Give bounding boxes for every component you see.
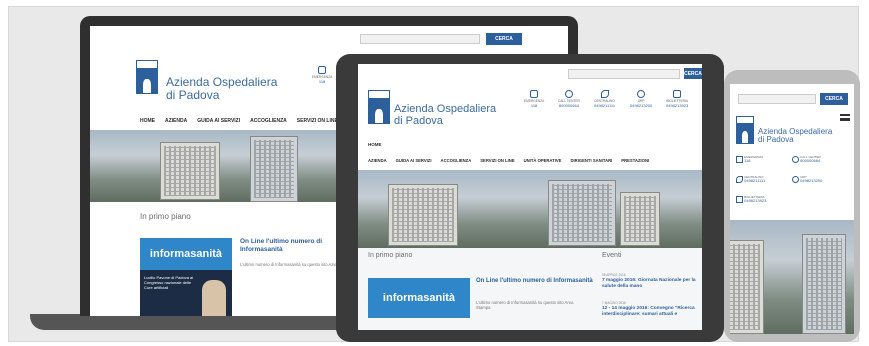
phone-contact-biglietteria[interactable]: BIGLIETTERIA 0498213923	[736, 195, 796, 204]
contact-value: 0498213923	[744, 198, 767, 204]
contact-value: 800000664	[800, 158, 821, 164]
tablet-nav-dirigenti[interactable]: DIRIGENTI SANITARI	[570, 158, 612, 163]
tablet-search-button[interactable]: CERCA	[684, 68, 702, 79]
laptop-logo-icon	[136, 60, 158, 94]
tablet-event-2[interactable]: 7 MAGGIO 2016 12 - 14 maggio 2016: Conve…	[602, 301, 698, 317]
tablet-contact-biglietteria[interactable]: BIGLIETTERIA 0498213923	[666, 90, 688, 109]
laptop-brand: Azienda Ospedaliera di Padova	[166, 76, 277, 101]
event-title: 7 maggio 2016: Giornata Nazionale per la…	[602, 277, 696, 289]
contact-value: 800000664	[558, 102, 579, 108]
contact-value: 0498213200	[800, 178, 823, 184]
contact-value: 118	[530, 102, 538, 108]
person-photo	[202, 280, 226, 316]
tablet-event-1[interactable]: 05 APRILE 2016 7 maggio 2016: Giornata N…	[602, 273, 698, 289]
tablet-brand-line2: di Padova	[394, 114, 443, 127]
laptop-news-text: L'ultimo numero di Informasanità su ques…	[240, 262, 344, 267]
person-icon	[792, 156, 799, 164]
laptop-nav-accoglienza[interactable]: ACCOGLIENZA	[250, 118, 287, 124]
hospital-building	[730, 240, 764, 334]
ambulance-icon	[530, 90, 539, 98]
tablet-breadcrumb-home[interactable]: HOME	[368, 142, 382, 147]
tablet-logo-icon	[368, 90, 390, 124]
phone-logo-icon	[736, 116, 754, 144]
tablet-nav-unita[interactable]: UNITÀ OPERATIVE	[524, 158, 562, 163]
tablet-news-text: L'ultimo numero di Informasanità su ques…	[476, 300, 574, 311]
phone-search-input[interactable]	[738, 94, 816, 104]
contact-value: 0498211111	[744, 178, 766, 184]
laptop-news-title[interactable]: On Line l'ultimo numero di Informasanità	[240, 238, 350, 254]
tablet-events-title: Eventi	[602, 252, 622, 259]
hospital-building	[250, 136, 298, 202]
tablet-search-input[interactable]	[568, 69, 680, 79]
phone-contact-emergenza[interactable]: EMERGENZA 118	[736, 155, 791, 164]
ticket-icon	[736, 196, 743, 204]
contact-value: 0498211111	[594, 102, 616, 108]
hospital-building	[388, 184, 458, 246]
phone-icon	[736, 176, 743, 184]
hospital-building	[802, 234, 846, 334]
laptop-emergency-number: 118	[318, 78, 326, 84]
tablet-contact-callcenter[interactable]: CALL CENTER 800000664	[558, 90, 580, 109]
phone-brand-line2: di Padova	[758, 135, 794, 145]
laptop-news-image[interactable]: informasanità	[140, 238, 232, 270]
tablet-news-image[interactable]: informasanità	[368, 278, 470, 318]
tablet-nav: AZIENDA GUIDA AI SERVIZI ACCOGLIENZA SER…	[368, 158, 649, 163]
phone-contact-centralino[interactable]: CENTRALINO 0498211111	[736, 175, 791, 184]
laptop-section-title: In primo piano	[140, 212, 191, 221]
laptop-search-input[interactable]	[360, 34, 480, 44]
phone-contact-callcenter[interactable]: CALL CENTER 800000664	[792, 155, 850, 164]
tablet-nav-servizi[interactable]: SERVIZI ON LINE	[480, 158, 514, 163]
event-title: 12 - 14 maggio 2016: Convegno "Ricerca i…	[602, 305, 695, 317]
laptop-nav-azienda[interactable]: AZIENDA	[165, 118, 187, 124]
laptop-nav-guida[interactable]: GUIDA AI SERVIZI	[197, 118, 240, 124]
tablet-nav-prestazioni[interactable]: PRESTAZIONI	[621, 158, 649, 163]
laptop-emergency-contact[interactable]: EMERGENZA 118	[312, 66, 332, 85]
laptop-poster-text: Lucillo Pavone di Padova al Congresso na…	[144, 275, 194, 290]
hospital-building	[620, 192, 660, 246]
phone-brand: Azienda Ospedaliera di Padova	[758, 127, 832, 145]
tablet-section-title: In primo piano	[368, 252, 413, 259]
ambulance-icon	[318, 66, 327, 74]
phone-screen: CERCA Azienda Ospedaliera di Padova EMER…	[730, 84, 854, 334]
tablet-device: CERCA Azienda Ospedaliera di Padova EMER…	[336, 54, 724, 342]
laptop-nav-home[interactable]: HOME	[140, 118, 155, 124]
laptop-nav: HOME AZIENDA GUIDA AI SERVIZI ACCOGLIENZ…	[140, 118, 338, 124]
tablet-news-title[interactable]: On Line l'ultimo numero di Informasanità	[476, 278, 594, 285]
tablet-contact-emergenza[interactable]: EMERGENZA 118	[524, 90, 544, 109]
ambulance-icon	[736, 156, 743, 164]
phone-contact-urp[interactable]: URP 0498213200	[792, 175, 850, 184]
laptop-brand-line2: di Padova	[166, 87, 220, 102]
tablet-screen: CERCA Azienda Ospedaliera di Padova EMER…	[358, 64, 702, 330]
tablet-nav-azienda[interactable]: AZIENDA	[368, 158, 387, 163]
tablet-nav-accoglienza[interactable]: ACCOGLIENZA	[441, 158, 472, 163]
tablet-hero-image	[358, 170, 702, 248]
tablet-nav-guida[interactable]: GUIDA AI SERVIZI	[396, 158, 432, 163]
laptop-poster-image: Lucillo Pavone di Padova al Congresso na…	[140, 270, 232, 316]
mockup-canvas: CERCA Azienda Ospedaliera di Padova EMER…	[0, 0, 869, 346]
phone-device: CERCA Azienda Ospedaliera di Padova EMER…	[724, 70, 860, 342]
tablet-brand: Azienda Ospedaliera di Padova	[394, 103, 497, 127]
contact-value: 0498213200	[630, 102, 653, 108]
laptop-brand-line1: Azienda Ospedaliera	[166, 75, 278, 89]
person-icon	[564, 90, 573, 98]
contact-value: 0498213923	[666, 102, 689, 108]
menu-icon[interactable]	[840, 114, 850, 121]
tablet-brand-line1: Azienda Ospedaliera	[394, 103, 497, 115]
hospital-building	[160, 142, 220, 200]
chat-icon	[637, 90, 646, 98]
contact-value: 118	[744, 158, 751, 164]
laptop-nav-servizi[interactable]: SERVIZI ON LINE	[297, 118, 338, 124]
tablet-contact-centralino[interactable]: CENTRALINO 0498211111	[594, 90, 615, 109]
hospital-building	[548, 180, 616, 246]
phone-icon	[600, 90, 609, 98]
phone-hero-image	[730, 220, 854, 334]
tablet-contact-urp[interactable]: URP 0498213200	[630, 90, 652, 109]
ticket-icon	[673, 90, 682, 98]
phone-search-button[interactable]: CERCA	[820, 93, 848, 105]
chat-icon	[792, 176, 799, 184]
laptop-search-button[interactable]: CERCA	[486, 33, 522, 45]
